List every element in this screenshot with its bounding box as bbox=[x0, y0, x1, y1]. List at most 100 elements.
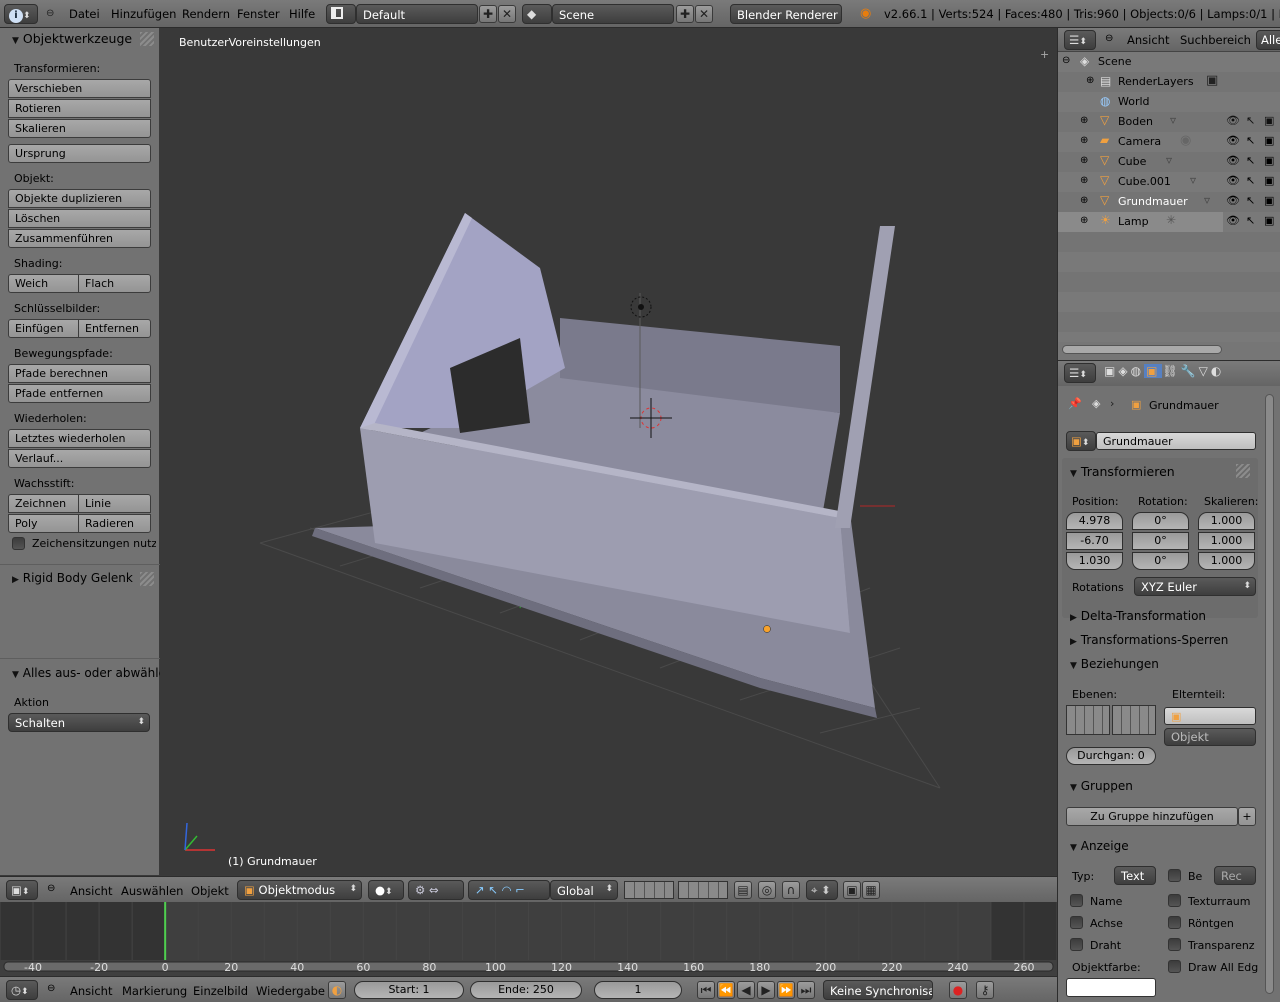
outliner-row-world[interactable]: ◍ World bbox=[1058, 92, 1280, 112]
editor-type-outliner-icon[interactable]: ☰ ⬍ bbox=[1064, 30, 1096, 50]
insert-keyframe-button[interactable]: Einfügen bbox=[8, 319, 79, 338]
calculate-paths-button[interactable]: Pfade berechnen bbox=[8, 364, 151, 383]
preview-range-icon[interactable]: ◐ bbox=[328, 981, 346, 999]
scene-field[interactable]: Scene bbox=[552, 4, 674, 24]
outliner-filter-dropdown[interactable]: Alle bbox=[1256, 30, 1280, 50]
transparency-checkbox[interactable] bbox=[1168, 938, 1181, 951]
transform-orientation-dropdown[interactable]: Global ⬍ bbox=[550, 880, 618, 900]
record-icon[interactable]: ● bbox=[949, 981, 967, 999]
axis-checkbox[interactable] bbox=[1070, 916, 1083, 929]
use-sketching-checkbox[interactable] bbox=[12, 537, 25, 550]
selectable-cursor-icon[interactable]: ↖ bbox=[1246, 194, 1255, 207]
layers-grid-2[interactable] bbox=[678, 881, 728, 899]
snap-magnet-icon[interactable]: ∩ bbox=[782, 881, 800, 899]
visibility-eye-icon[interactable]: 👁 bbox=[1226, 154, 1240, 167]
menu-marker[interactable]: Markierung bbox=[122, 984, 187, 998]
menu-window[interactable]: Fenster bbox=[237, 7, 280, 21]
proportional-edit-icon[interactable]: ◎ bbox=[758, 881, 776, 899]
play-reverse-icon[interactable]: ◀ bbox=[737, 981, 755, 999]
gpencil-line-button[interactable]: Linie bbox=[78, 494, 151, 513]
visibility-eye-icon[interactable]: 👁 bbox=[1226, 194, 1240, 207]
rotation-y-field[interactable]: 0° bbox=[1132, 532, 1189, 550]
clear-paths-button[interactable]: Pfade entfernen bbox=[8, 384, 151, 403]
lock-layers-icon[interactable]: ▤ bbox=[734, 881, 752, 899]
remove-scene-icon[interactable]: ✕ bbox=[695, 5, 713, 23]
visibility-eye-icon[interactable]: 👁 bbox=[1226, 114, 1240, 127]
gpencil-erase-button[interactable]: Radieren bbox=[78, 514, 151, 533]
outliner-row-camera[interactable]: ⊕ ▰ Camera ◉ 👁 ↖ ▣ bbox=[1058, 132, 1280, 152]
outliner-scrollbar[interactable] bbox=[1062, 345, 1222, 354]
display-type-dropdown[interactable]: Text bbox=[1114, 866, 1156, 885]
transform-locks-header[interactable]: ▶ Transformations-Sperren bbox=[1070, 633, 1228, 647]
jump-prev-key-icon[interactable]: ⏪ bbox=[717, 981, 735, 999]
translate-button[interactable]: Verschieben bbox=[8, 79, 151, 98]
collapse-menu-icon[interactable]: ⊖ bbox=[47, 983, 55, 994]
gpencil-draw-button[interactable]: Zeichnen bbox=[8, 494, 79, 513]
draw-all-edges-checkbox[interactable] bbox=[1168, 960, 1181, 973]
texture-space-checkbox[interactable] bbox=[1168, 894, 1181, 907]
add-to-group-button[interactable]: Zu Gruppe hinzufügen bbox=[1066, 807, 1238, 826]
scale-z-field[interactable]: 1.000 bbox=[1198, 552, 1255, 570]
outliner-row-cube001[interactable]: ⊕ ▽ Cube.001 ▿ 👁 ↖ ▣ bbox=[1058, 172, 1280, 192]
selectable-cursor-icon[interactable]: ↖ bbox=[1246, 154, 1255, 167]
outliner-row-grundmauer[interactable]: ⊕ ▽ Grundmauer ▿ 👁 ↖ ▣ bbox=[1058, 192, 1280, 212]
collapse-menu-icon[interactable]: ⊖ bbox=[1105, 33, 1113, 44]
collapse-menu-icon[interactable]: ⊖ bbox=[46, 8, 54, 19]
screen-layout-icon[interactable] bbox=[326, 4, 356, 24]
object-layers-grid-2[interactable] bbox=[1112, 705, 1156, 735]
renderable-camera-icon[interactable]: ▣ bbox=[1264, 114, 1274, 127]
collapse-menu-icon[interactable]: ⊖ bbox=[47, 883, 55, 894]
outliner-row-lamp[interactable]: ⊕ ☀ Lamp ✳ bbox=[1058, 212, 1223, 232]
render-animation-icon[interactable]: ▦ bbox=[862, 881, 880, 899]
mode-dropdown[interactable]: ▣ Objektmodus ⬍ bbox=[237, 880, 362, 900]
renderable-camera-icon[interactable]: ▣ bbox=[1264, 174, 1274, 187]
add-scene-icon[interactable]: ✚ bbox=[676, 5, 694, 23]
menu-help[interactable]: Hilfe bbox=[289, 7, 315, 21]
visibility-eye-icon[interactable]: 👁 bbox=[1226, 214, 1240, 227]
screen-layout-field[interactable]: Default bbox=[356, 4, 478, 24]
viewport-shading-dropdown[interactable]: ● ⬍ bbox=[368, 880, 404, 900]
object-color-swatch[interactable] bbox=[1066, 978, 1156, 997]
timeline-area[interactable]: -40 -20 0 20 40 60 80 100 120 140 160 180 200 220 240 2… bbox=[0, 902, 1057, 976]
action-dropdown[interactable]: Schalten ⬍ bbox=[8, 713, 150, 732]
outliner-row-renderlayers[interactable]: ⊕ ▤ RenderLayers ▣ bbox=[1058, 72, 1280, 92]
rotation-x-field[interactable]: 0° bbox=[1132, 512, 1189, 530]
scale-y-field[interactable]: 1.000 bbox=[1198, 532, 1255, 550]
layers-grid-1[interactable] bbox=[624, 881, 674, 899]
selectable-cursor-icon[interactable]: ↖ bbox=[1246, 134, 1255, 147]
editor-type-properties-icon[interactable]: ☰ ⬍ bbox=[1064, 363, 1096, 383]
panel-drag-icon[interactable] bbox=[140, 572, 154, 586]
menu-file[interactable]: Datei bbox=[69, 7, 100, 21]
object-layers-grid-1[interactable] bbox=[1066, 705, 1110, 735]
menu-render[interactable]: Rendern bbox=[182, 7, 230, 21]
object-name-field[interactable]: Grundmauer bbox=[1096, 432, 1256, 450]
display-header[interactable]: ▼ Anzeige bbox=[1070, 839, 1129, 853]
parent-type-dropdown[interactable]: Objekt bbox=[1164, 728, 1256, 746]
shade-smooth-button[interactable]: Weich bbox=[8, 274, 79, 293]
operator-panel-header[interactable]: ▼ Alles aus- oder abwähle bbox=[12, 666, 160, 680]
tools-panel-header[interactable]: ▼ Objektwerkzeuge bbox=[12, 31, 132, 46]
relations-header[interactable]: ▼ Beziehungen bbox=[1070, 657, 1159, 671]
properties-scrollbar[interactable] bbox=[1265, 394, 1274, 994]
delete-button[interactable]: Löschen bbox=[8, 209, 151, 228]
repeat-last-button[interactable]: Letztes wiederholen bbox=[8, 429, 151, 448]
selectable-cursor-icon[interactable]: ↖ bbox=[1246, 114, 1255, 127]
rotation-mode-dropdown[interactable]: XYZ Euler ⬍ bbox=[1134, 577, 1256, 596]
panel-drag-icon[interactable] bbox=[140, 32, 154, 46]
wire-checkbox[interactable] bbox=[1070, 938, 1083, 951]
remove-keyframe-button[interactable]: Entfernen bbox=[78, 319, 151, 338]
menu-frame[interactable]: Einzelbild bbox=[193, 984, 248, 998]
history-button[interactable]: Verlauf... bbox=[8, 449, 151, 468]
outliner-row-scene[interactable]: ⊖ ◈ Scene bbox=[1058, 52, 1280, 72]
groups-header[interactable]: ▼ Gruppen bbox=[1070, 779, 1133, 793]
rotate-button[interactable]: Rotieren bbox=[8, 99, 151, 118]
name-checkbox[interactable] bbox=[1070, 894, 1083, 907]
renderable-camera-icon[interactable]: ▣ bbox=[1264, 214, 1274, 227]
editor-type-info-button[interactable]: i ⬍ bbox=[4, 4, 38, 24]
delta-transform-header[interactable]: ▶ Delta-Transformation bbox=[1070, 609, 1206, 623]
jump-end-icon[interactable]: ⏭ bbox=[797, 981, 815, 999]
menu-select[interactable]: Auswählen bbox=[121, 884, 183, 898]
bounds-type-dropdown[interactable]: Rec bbox=[1214, 866, 1256, 885]
pivot-point-dropdown[interactable]: ⚙ ⇔ bbox=[408, 880, 464, 900]
pin-icon[interactable]: 📌 bbox=[1068, 397, 1082, 410]
